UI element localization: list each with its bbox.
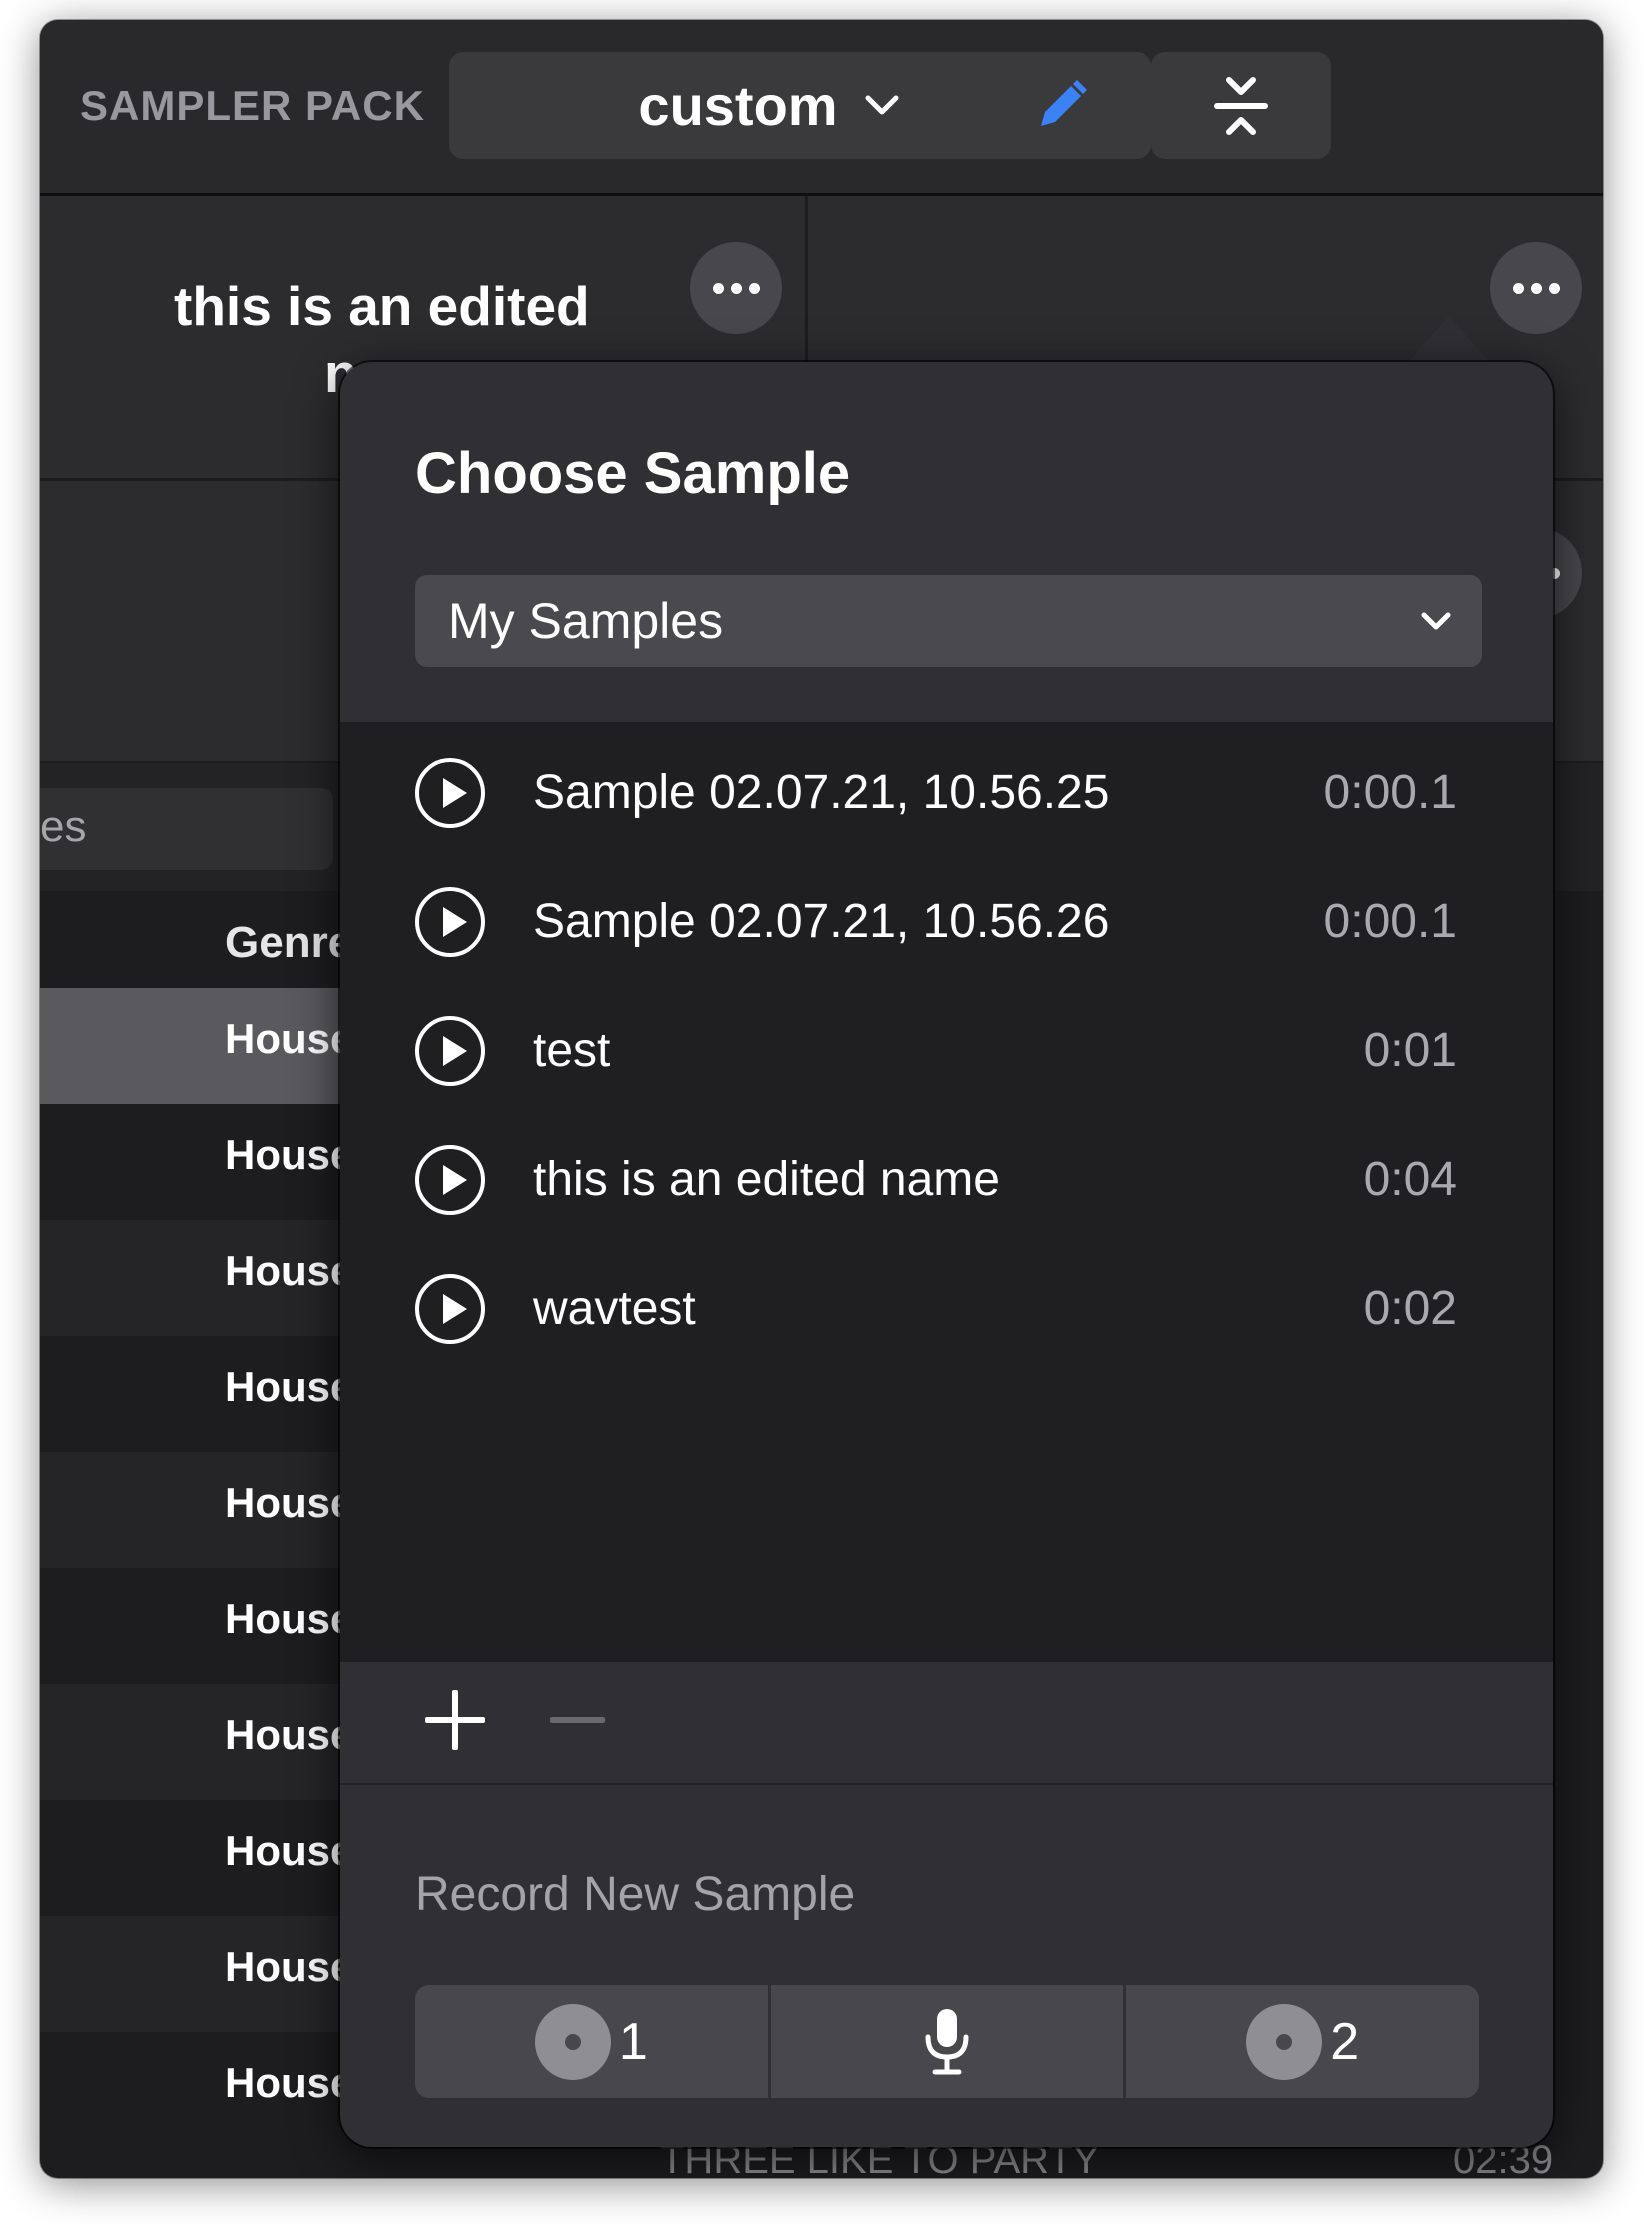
genre-column-header[interactable]: Genre — [225, 918, 352, 968]
table-row[interactable]: House — [40, 1684, 353, 1800]
play-icon[interactable] — [415, 1016, 485, 1086]
table-row[interactable]: House — [40, 1220, 353, 1336]
library-search-field[interactable]: es — [40, 788, 333, 870]
genre-cell: House — [225, 1711, 354, 1758]
sample-name: Sample 02.07.21, 10.56.25 — [533, 766, 1110, 819]
sample-list-toolbar — [340, 1662, 1553, 1785]
app-window: SAMPLER PACK custom this is an edited n — [40, 20, 1603, 2178]
table-row[interactable]: House — [40, 1568, 353, 1684]
sample-name: wavtest — [533, 1282, 696, 1335]
table-row[interactable]: House — [40, 1336, 353, 1452]
table-row[interactable]: House — [40, 988, 353, 1104]
sample-item[interactable]: wavtest 0:02 — [340, 1248, 1553, 1377]
genre-cell: House — [225, 1827, 354, 1874]
table-row[interactable]: House — [40, 1916, 353, 2032]
deck-number: 2 — [1330, 2012, 1360, 2071]
record-new-sample-label: Record New Sample — [415, 1868, 856, 1921]
play-icon[interactable] — [415, 887, 485, 957]
sample-duration: 0:02 — [1363, 1282, 1457, 1335]
chevron-down-icon — [1421, 612, 1451, 630]
popover-arrow — [1405, 316, 1493, 366]
sample-source-value: My Samples — [448, 593, 724, 649]
sample-item[interactable]: Sample 02.07.21, 10.56.26 0:00.1 — [340, 861, 1553, 990]
collapse-button[interactable] — [1151, 52, 1331, 159]
pad-title: this is an edited — [174, 275, 590, 337]
remove-sample-button[interactable] — [550, 1717, 605, 1723]
chevron-down-icon — [865, 95, 899, 114]
table-row[interactable]: House — [40, 2032, 353, 2148]
pencil-icon — [1041, 79, 1087, 126]
sample-name: Sample 02.07.21, 10.56.26 — [533, 895, 1110, 948]
sampler-pack-value: custom — [638, 74, 838, 137]
popover-title: Choose Sample — [415, 441, 851, 506]
deck-icon — [534, 2003, 611, 2080]
sample-item[interactable]: this is an edited name 0:04 — [340, 1119, 1553, 1248]
record-deck-1-button[interactable]: 1 — [415, 1985, 768, 2098]
genre-cell: House — [225, 1943, 354, 1990]
genre-cell: House — [225, 1363, 354, 1410]
genre-cell: House — [225, 1131, 354, 1178]
play-icon[interactable] — [415, 1145, 485, 1215]
choose-sample-popover: Choose Sample My Samples Sample 02.07.21… — [340, 362, 1553, 2147]
deck-number: 1 — [618, 2012, 648, 2071]
search-text: es — [40, 802, 87, 851]
pad-more-button[interactable] — [1490, 242, 1582, 334]
pad-more-button[interactable] — [690, 242, 782, 334]
sample-name: test — [533, 1024, 611, 1077]
play-icon[interactable] — [415, 758, 485, 828]
collapse-icon — [1214, 76, 1268, 135]
sample-duration: 0:00.1 — [1323, 766, 1457, 819]
sample-duration: 0:04 — [1363, 1153, 1457, 1206]
sample-duration: 0:00.1 — [1323, 895, 1457, 948]
record-microphone-button[interactable] — [767, 1985, 1124, 2098]
sample-name: this is an edited name — [533, 1153, 1000, 1206]
table-row[interactable]: House — [40, 1104, 353, 1220]
sample-duration: 0:01 — [1363, 1024, 1457, 1077]
header-bar: SAMPLER PACK custom — [40, 20, 1603, 196]
record-source-buttons: 1 2 — [415, 1985, 1480, 2098]
genre-cell: House — [225, 1479, 354, 1526]
table-row[interactable]: House — [40, 1452, 353, 1568]
genre-cell: House — [225, 1595, 354, 1642]
microphone-icon — [925, 2008, 969, 2074]
genre-cell: House — [225, 1247, 354, 1294]
sample-list: Sample 02.07.21, 10.56.25 0:00.1 Sample … — [340, 722, 1553, 1662]
add-sample-button[interactable] — [425, 1690, 485, 1750]
genre-cell: House — [225, 1015, 354, 1062]
deck-icon — [1246, 2003, 1323, 2080]
play-icon[interactable] — [415, 1274, 485, 1344]
sampler-pack-label: SAMPLER PACK — [80, 82, 425, 129]
sample-item[interactable]: test 0:01 — [340, 990, 1553, 1119]
genre-cell: House — [225, 2059, 354, 2106]
edit-button[interactable] — [971, 52, 1151, 159]
record-deck-2-button[interactable]: 2 — [1123, 1985, 1480, 2098]
sample-source-select[interactable]: My Samples — [415, 575, 1482, 667]
sample-item[interactable]: Sample 02.07.21, 10.56.25 0:00.1 — [340, 732, 1553, 861]
table-row[interactable]: House — [40, 1800, 353, 1916]
